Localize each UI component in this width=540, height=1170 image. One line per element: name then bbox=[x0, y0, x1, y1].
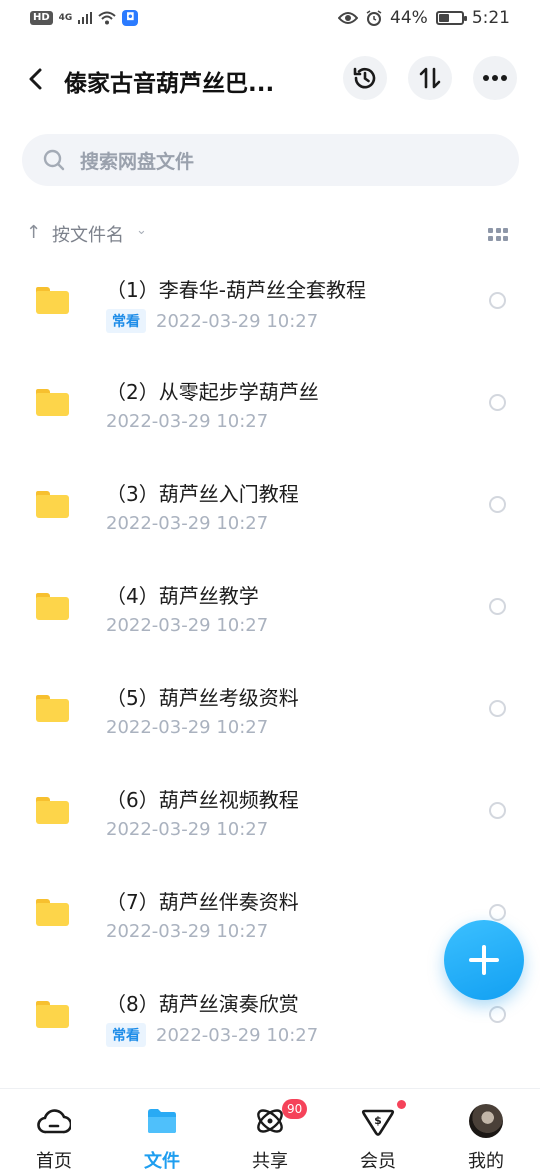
folder-icon bbox=[36, 491, 69, 518]
sort-arrows-icon bbox=[419, 67, 441, 89]
svg-text:$: $ bbox=[374, 1114, 382, 1127]
battery-percent: 44% bbox=[390, 8, 428, 28]
folder-icon bbox=[36, 287, 69, 314]
file-meta: 常看 2022-03-29 10:27 bbox=[106, 1023, 318, 1047]
frequent-badge: 常看 bbox=[106, 309, 146, 333]
search-icon bbox=[43, 149, 65, 171]
hd-indicator: HD bbox=[30, 11, 53, 25]
select-checkbox[interactable] bbox=[489, 904, 506, 921]
history-button[interactable] bbox=[343, 56, 387, 100]
more-icon bbox=[483, 75, 507, 81]
modified-date: 2022-03-29 10:27 bbox=[106, 819, 269, 840]
app-notification-icon: ◘ bbox=[122, 10, 139, 26]
header: 傣家古音葫芦丝巴... bbox=[0, 50, 540, 108]
nav-me[interactable]: 我的 bbox=[432, 1089, 540, 1170]
network-type: 4G bbox=[58, 13, 73, 23]
select-checkbox[interactable] bbox=[489, 1006, 506, 1023]
select-checkbox[interactable] bbox=[489, 700, 506, 717]
modified-date: 2022-03-29 10:27 bbox=[106, 411, 269, 432]
file-name: （7）葫芦丝伴奏资料 bbox=[106, 890, 299, 914]
avatar bbox=[468, 1103, 504, 1139]
vip-dot-badge bbox=[397, 1100, 406, 1109]
modified-date: 2022-03-29 10:27 bbox=[106, 513, 269, 534]
nav-files[interactable]: 文件 bbox=[108, 1089, 216, 1170]
status-bar: HD 4G ◘ 44% 5:21 bbox=[0, 0, 540, 38]
folder-icon bbox=[36, 389, 69, 416]
select-checkbox[interactable] bbox=[489, 496, 506, 513]
modified-date: 2022-03-29 10:27 bbox=[106, 615, 269, 636]
search-placeholder: 搜索网盘文件 bbox=[80, 150, 195, 173]
bottom-nav: 首页 文件 共享 90 $ 会员 我的 bbox=[0, 1088, 540, 1170]
vip-shield-icon: $ bbox=[360, 1103, 396, 1139]
back-arrow-icon bbox=[29, 68, 42, 90]
file-row[interactable]: （5）葫芦丝考级资料 2022-03-29 10:27 bbox=[0, 662, 540, 764]
modified-date: 2022-03-29 10:27 bbox=[106, 921, 269, 942]
folder-icon bbox=[36, 797, 69, 824]
eye-icon bbox=[338, 12, 359, 24]
file-row[interactable]: （3）葫芦丝入门教程 2022-03-29 10:27 bbox=[0, 458, 540, 560]
nav-share-label: 共享 bbox=[252, 1151, 288, 1170]
file-name: （4）葫芦丝教学 bbox=[106, 584, 259, 608]
nav-files-label: 文件 bbox=[144, 1151, 180, 1170]
folder-icon bbox=[144, 1103, 180, 1139]
select-checkbox[interactable] bbox=[489, 598, 506, 615]
file-meta: 2022-03-29 10:27 bbox=[106, 819, 268, 840]
file-name: （5）葫芦丝考级资料 bbox=[106, 686, 299, 710]
file-meta: 2022-03-29 10:27 bbox=[106, 411, 268, 432]
share-count-badge: 90 bbox=[282, 1099, 308, 1119]
add-button[interactable] bbox=[444, 920, 524, 1000]
file-meta: 常看 2022-03-29 10:27 bbox=[106, 309, 318, 333]
file-name: （8）葫芦丝演奏欣赏 bbox=[106, 992, 299, 1016]
modified-date: 2022-03-29 10:27 bbox=[106, 717, 269, 738]
select-checkbox[interactable] bbox=[489, 292, 506, 309]
page-title: 傣家古音葫芦丝巴... bbox=[64, 71, 275, 97]
sort-bar: ↑ 按文件名 ⌄ bbox=[26, 220, 516, 248]
file-name: （1）李春华-葫芦丝全套教程 bbox=[106, 278, 366, 302]
sort-direction-icon[interactable]: ↑ bbox=[26, 222, 41, 243]
file-meta: 2022-03-29 10:27 bbox=[106, 921, 268, 942]
sort-by-button[interactable]: 按文件名 bbox=[52, 221, 124, 247]
file-name: （3）葫芦丝入门教程 bbox=[106, 482, 299, 506]
file-name: （2）从零起步学葫芦丝 bbox=[106, 380, 319, 404]
nav-me-label: 我的 bbox=[468, 1151, 504, 1170]
status-right: 44% 5:21 bbox=[338, 8, 510, 28]
file-meta: 2022-03-29 10:27 bbox=[106, 717, 268, 738]
nav-vip[interactable]: $ 会员 bbox=[324, 1089, 432, 1170]
modified-date: 2022-03-29 10:27 bbox=[156, 310, 319, 332]
file-row[interactable]: （4）葫芦丝教学 2022-03-29 10:27 bbox=[0, 560, 540, 662]
select-checkbox[interactable] bbox=[489, 802, 506, 819]
clock: 5:21 bbox=[471, 8, 510, 28]
status-left: HD 4G ◘ bbox=[30, 10, 139, 26]
more-button[interactable] bbox=[473, 56, 517, 100]
search-input[interactable]: 搜索网盘文件 bbox=[22, 134, 519, 186]
select-checkbox[interactable] bbox=[489, 394, 506, 411]
file-row[interactable]: （2）从零起步学葫芦丝 2022-03-29 10:27 bbox=[0, 356, 540, 458]
file-row[interactable]: （1）李春华-葫芦丝全套教程 常看 2022-03-29 10:27 bbox=[0, 254, 540, 356]
history-icon bbox=[353, 67, 376, 89]
grid-view-icon[interactable] bbox=[488, 228, 508, 241]
wifi-icon bbox=[98, 11, 116, 25]
file-row[interactable]: （6）葫芦丝视频教程 2022-03-29 10:27 bbox=[0, 764, 540, 866]
alarm-icon bbox=[366, 10, 382, 26]
chevron-down-icon[interactable]: ⌄ bbox=[136, 223, 147, 238]
folder-icon bbox=[36, 695, 69, 722]
transfer-button[interactable] bbox=[408, 56, 452, 100]
file-name: （6）葫芦丝视频教程 bbox=[106, 788, 299, 812]
folder-icon bbox=[36, 899, 69, 926]
back-button[interactable] bbox=[18, 60, 54, 98]
file-meta: 2022-03-29 10:27 bbox=[106, 513, 268, 534]
battery-icon bbox=[435, 11, 467, 25]
frequent-badge: 常看 bbox=[106, 1023, 146, 1047]
folder-icon bbox=[36, 593, 69, 620]
cloud-home-icon bbox=[36, 1103, 72, 1139]
nav-share[interactable]: 共享 bbox=[216, 1089, 324, 1170]
nav-home[interactable]: 首页 bbox=[0, 1089, 108, 1170]
plus-icon bbox=[469, 945, 499, 975]
file-meta: 2022-03-29 10:27 bbox=[106, 615, 268, 636]
signal-icon bbox=[78, 12, 93, 24]
nav-vip-label: 会员 bbox=[360, 1151, 396, 1170]
nav-home-label: 首页 bbox=[36, 1151, 72, 1170]
modified-date: 2022-03-29 10:27 bbox=[156, 1024, 319, 1046]
folder-icon bbox=[36, 1001, 69, 1028]
